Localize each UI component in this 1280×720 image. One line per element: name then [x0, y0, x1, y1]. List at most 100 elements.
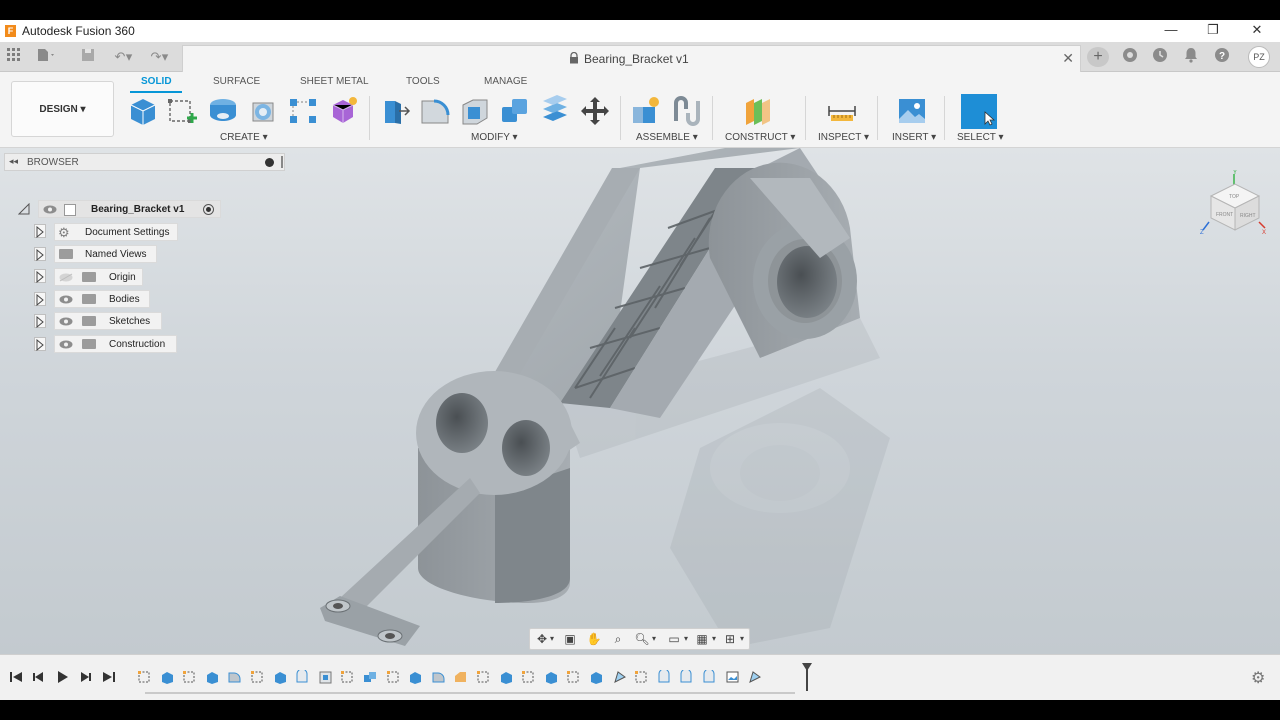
viewcube-right-face[interactable]: RIGHT [1240, 213, 1256, 219]
press-pull-icon[interactable] [379, 95, 411, 127]
workspace-switcher-button[interactable]: DESIGN ▾ [11, 81, 114, 137]
timeline-round-feature-icon[interactable] [657, 670, 672, 684]
tab-manage[interactable]: MANAGE [484, 76, 527, 87]
user-avatar[interactable]: PZ [1248, 46, 1270, 68]
construct-menu[interactable]: CONSTRUCT ▾ [725, 132, 795, 143]
timeline-sketch-feature-icon[interactable] [634, 670, 649, 684]
browser-item-document-settings[interactable]: ⚙ Document Settings [54, 223, 178, 241]
display-settings-icon[interactable]: ▭ [666, 632, 682, 646]
timeline-sketch-feature-icon[interactable] [250, 670, 265, 684]
activate-component-icon[interactable] [203, 204, 214, 215]
tab-sheet-metal[interactable]: SHEET METAL [300, 76, 369, 87]
bearing-bracket-model[interactable] [0, 148, 1280, 654]
timeline-extrude-feature-icon[interactable] [589, 670, 604, 684]
assemble-menu[interactable]: ASSEMBLE ▾ [636, 132, 698, 143]
timeline-sketch-feature-icon[interactable] [566, 670, 581, 684]
create-menu[interactable]: CREATE ▾ [220, 132, 268, 143]
collapse-browser-icon[interactable]: ◂◂ [9, 156, 18, 167]
timeline-settings-gear-icon[interactable]: ⚙ [1251, 668, 1265, 688]
insert-image-icon[interactable] [896, 95, 928, 127]
tab-surface[interactable]: SURFACE [213, 76, 260, 87]
modify-menu[interactable]: MODIFY ▾ [471, 132, 518, 143]
undo-dropdown-icon[interactable]: ▾ [124, 48, 134, 66]
visibility-eye-icon[interactable] [59, 340, 73, 349]
expand-triangle-icon[interactable] [34, 224, 46, 239]
timeline-shell-feature-icon[interactable] [318, 670, 333, 684]
measure-icon[interactable] [826, 95, 858, 127]
timeline-sketch-feature-icon[interactable] [137, 670, 152, 684]
viewports-dropdown-icon[interactable]: ▾ [738, 632, 746, 646]
collapse-root-icon[interactable] [18, 203, 30, 215]
timeline-extrude-feature-icon[interactable] [408, 670, 423, 684]
look-at-icon[interactable]: ▣ [562, 632, 578, 646]
tab-solid[interactable]: SOLID [141, 76, 172, 87]
browser-item-bodies[interactable]: Bodies [54, 290, 150, 308]
timeline-round-feature-icon[interactable] [702, 670, 717, 684]
pattern-icon[interactable] [287, 95, 319, 127]
timeline-fillet-feature-icon[interactable] [431, 670, 446, 684]
hidden-eye-icon[interactable] [59, 273, 73, 282]
timeline-sketch-feature-icon[interactable] [476, 670, 491, 684]
step-forward-icon[interactable] [77, 670, 93, 684]
pan-hand-icon[interactable]: ✋ [586, 632, 602, 646]
zoom-icon[interactable]: ⌕ [610, 632, 626, 646]
browser-resize-handle[interactable] [281, 156, 283, 168]
timeline-round-feature-icon[interactable] [295, 670, 310, 684]
timeline-extrude-feature-icon[interactable] [160, 670, 175, 684]
timeline-sketch-feature-icon[interactable] [340, 670, 355, 684]
maximize-button[interactable]: ❐ [1192, 20, 1234, 42]
3d-viewport[interactable]: ◂◂ BROWSER Bearing_Bracket v1 ⚙ Document… [0, 148, 1280, 654]
orbit-dropdown-icon[interactable]: ▾ [548, 632, 556, 646]
timeline-sketch-feature-icon[interactable] [182, 670, 197, 684]
offset-face-icon[interactable] [539, 95, 571, 127]
viewports-icon[interactable]: ⊞ [722, 632, 738, 646]
combine-icon[interactable] [499, 95, 531, 127]
grid-dropdown-icon[interactable]: ▾ [710, 632, 718, 646]
expand-triangle-icon[interactable] [34, 314, 46, 329]
create-sketch-icon[interactable] [167, 95, 199, 127]
extensions-icon[interactable] [1119, 47, 1141, 67]
timeline-sketch-feature-icon[interactable] [386, 670, 401, 684]
close-window-button[interactable]: ✕ [1236, 20, 1278, 42]
browser-pin-icon[interactable] [265, 158, 274, 167]
shell-icon[interactable] [459, 95, 491, 127]
go-to-end-icon[interactable] [101, 670, 117, 684]
notifications-bell-icon[interactable] [1180, 47, 1202, 67]
timeline-sketch-feature-icon[interactable] [521, 670, 536, 684]
new-tab-plus-icon[interactable]: + [1087, 47, 1109, 67]
display-dropdown-icon[interactable]: ▾ [682, 632, 690, 646]
redo-dropdown-icon[interactable]: ▾ [160, 48, 170, 66]
new-component-assemble-icon[interactable] [630, 95, 662, 127]
expand-triangle-icon[interactable] [34, 292, 46, 307]
browser-item-construction[interactable]: Construction [54, 335, 177, 353]
inspect-menu[interactable]: INSPECT ▾ [818, 132, 869, 143]
expand-triangle-icon[interactable] [34, 269, 46, 284]
offset-plane-icon[interactable] [742, 95, 774, 127]
viewcube[interactable]: Y Z X TOP FRONT RIGHT [1199, 170, 1269, 240]
expand-triangle-icon[interactable] [34, 247, 46, 262]
minimize-button[interactable]: — [1150, 20, 1192, 42]
go-to-start-icon[interactable] [8, 670, 24, 684]
step-back-icon[interactable] [31, 670, 47, 684]
timeline-chamfer-feature-icon[interactable] [453, 670, 468, 684]
revolve-icon[interactable] [247, 95, 279, 127]
joint-icon[interactable] [671, 95, 703, 127]
browser-item-sketches[interactable]: Sketches [54, 312, 162, 330]
document-tab[interactable]: Bearing_Bracket v1 ✕ [182, 45, 1081, 72]
timeline-extrude-feature-icon[interactable] [499, 670, 514, 684]
zoom-dropdown-icon[interactable]: ▾ [650, 632, 658, 646]
browser-item-origin[interactable]: Origin [54, 268, 143, 286]
browser-item-named-views[interactable]: Named Views [54, 245, 157, 263]
timeline-marker[interactable] [806, 665, 808, 691]
browser-root-item[interactable]: Bearing_Bracket v1 [38, 200, 221, 218]
timeline-plane-feature-icon[interactable] [747, 670, 762, 684]
move-copy-icon[interactable] [579, 95, 611, 127]
form-create-icon[interactable] [327, 95, 359, 127]
timeline-extrude-feature-icon[interactable] [544, 670, 559, 684]
job-status-icon[interactable] [1149, 47, 1171, 67]
select-menu[interactable]: SELECT ▾ [957, 132, 1004, 143]
tab-tools[interactable]: TOOLS [406, 76, 440, 87]
data-panel-grid-icon[interactable] [4, 48, 24, 66]
browser-panel-header[interactable]: ◂◂ BROWSER [4, 153, 285, 171]
help-icon[interactable]: ? [1211, 47, 1233, 67]
